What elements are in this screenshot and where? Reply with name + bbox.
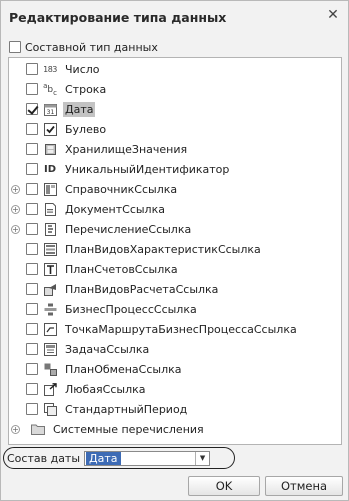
expand-plus-icon[interactable]: + bbox=[11, 224, 20, 234]
composite-type-option[interactable]: Составной тип данных bbox=[9, 39, 158, 55]
data-type-dialog: Редактирование типа данных ✕ Составной т… bbox=[0, 0, 349, 501]
type-label: Дата bbox=[63, 101, 96, 117]
date-composition-select[interactable]: Дата ▼ bbox=[84, 450, 211, 466]
type-row[interactable]: СтандартныйПериод bbox=[11, 400, 189, 418]
dropdown-arrow-icon[interactable]: ▼ bbox=[195, 451, 209, 465]
type-label: СправочникСсылка bbox=[65, 182, 178, 196]
number-icon: 1​83 bbox=[43, 64, 57, 74]
type-row[interactable]: ЛюбаяСсылка bbox=[11, 380, 148, 398]
type-row[interactable]: ПланОбменаСсылка bbox=[11, 360, 184, 378]
expand-plus-icon[interactable]: + bbox=[11, 184, 20, 194]
type-row[interactable]: ТочкаМаршрутаБизнесПроцессаСсылка bbox=[11, 320, 299, 338]
type-row[interactable]: + ДокументСсылка bbox=[11, 200, 167, 218]
type-checkbox[interactable] bbox=[26, 363, 38, 375]
standard-period-icon bbox=[41, 402, 59, 416]
type-tree[interactable]: 1​83 Число abc Строка 31 Дата Булево ХранилищеЗ… bbox=[8, 57, 342, 445]
date-composition-value: Дата bbox=[86, 451, 121, 465]
task-icon bbox=[41, 342, 59, 356]
business-process-icon bbox=[41, 302, 59, 316]
date-composition-row: Состав даты Дата ▼ bbox=[3, 447, 235, 469]
expand-plus-icon[interactable]: + bbox=[11, 204, 20, 214]
title-bar: Редактирование типа данных ✕ bbox=[1, 1, 348, 31]
type-checkbox[interactable] bbox=[26, 323, 38, 335]
type-checkbox[interactable] bbox=[26, 243, 38, 255]
type-label: ПланВидовХарактеристикСсылка bbox=[65, 242, 261, 256]
catalog-ref-icon bbox=[41, 182, 59, 196]
value-storage-icon bbox=[41, 142, 59, 156]
type-label: УникальныйИдентификатор bbox=[65, 162, 230, 176]
type-label: ПланОбменаСсылка bbox=[65, 362, 182, 376]
expand-plus-icon[interactable]: + bbox=[11, 424, 20, 434]
type-checkbox[interactable] bbox=[26, 63, 38, 75]
boolean-icon bbox=[41, 122, 59, 136]
type-label: ПланСчетовСсылка bbox=[65, 262, 178, 276]
enum-ref-icon bbox=[41, 222, 59, 236]
route-point-icon bbox=[41, 322, 59, 336]
chart-of-accounts-icon bbox=[41, 262, 59, 276]
type-label: Булево bbox=[65, 122, 107, 136]
type-row[interactable]: + Системные перечисления bbox=[11, 420, 206, 438]
type-checkbox[interactable] bbox=[26, 83, 38, 95]
type-row[interactable]: + СправочникСсылка bbox=[11, 180, 179, 198]
any-ref-icon bbox=[41, 382, 59, 396]
type-checkbox[interactable] bbox=[26, 203, 38, 215]
type-checkbox[interactable] bbox=[26, 143, 38, 155]
date-icon: 31 bbox=[41, 102, 59, 116]
document-ref-icon bbox=[41, 202, 59, 216]
type-label: ХранилищеЗначения bbox=[65, 142, 188, 156]
chart-of-calc-types-icon bbox=[41, 282, 59, 296]
type-label: Системные перечисления bbox=[53, 422, 204, 436]
type-checkbox[interactable] bbox=[26, 383, 38, 395]
type-checkbox[interactable] bbox=[26, 403, 38, 415]
type-checkbox[interactable] bbox=[26, 223, 38, 235]
composite-type-label: Составной тип данных bbox=[25, 40, 158, 54]
type-row[interactable]: БизнесПроцессСсылка bbox=[11, 300, 199, 318]
type-checkbox[interactable] bbox=[26, 263, 38, 275]
close-icon[interactable]: ✕ bbox=[324, 6, 342, 24]
type-row[interactable]: ПланВидовРасчетаСсылка bbox=[11, 280, 220, 298]
type-checkbox[interactable] bbox=[26, 163, 38, 175]
type-row[interactable]: 1​83 Число bbox=[11, 60, 102, 78]
type-label: СтандартныйПериод bbox=[65, 402, 188, 416]
type-row[interactable]: + ПеречислениеСсылка bbox=[11, 220, 193, 238]
type-label: Строка bbox=[65, 82, 107, 96]
type-row[interactable]: Булево bbox=[11, 120, 108, 138]
type-label: ДокументСсылка bbox=[65, 202, 165, 216]
cancel-button[interactable]: Отмена bbox=[265, 476, 343, 496]
type-row[interactable]: ПланСчетовСсылка bbox=[11, 260, 180, 278]
string-icon: abc bbox=[43, 81, 57, 97]
type-row[interactable]: ХранилищеЗначения bbox=[11, 140, 189, 158]
composite-type-checkbox[interactable] bbox=[9, 41, 21, 53]
dialog-title: Редактирование типа данных bbox=[9, 10, 227, 25]
type-checkbox[interactable] bbox=[26, 303, 38, 315]
type-checkbox[interactable] bbox=[26, 343, 38, 355]
type-checkbox[interactable] bbox=[26, 123, 38, 135]
type-row[interactable]: 31 Дата bbox=[11, 100, 96, 118]
folder-icon bbox=[29, 422, 47, 436]
date-composition-label: Состав даты bbox=[7, 451, 81, 465]
type-checkbox[interactable] bbox=[26, 103, 38, 115]
type-row[interactable]: abc Строка bbox=[11, 80, 108, 98]
ok-button[interactable]: OK bbox=[188, 476, 260, 496]
type-checkbox[interactable] bbox=[26, 183, 38, 195]
type-label: ЛюбаяСсылка bbox=[65, 382, 146, 396]
type-label: ЗадачаСсылка bbox=[65, 342, 150, 356]
exchange-plan-icon bbox=[41, 362, 59, 376]
type-label: Число bbox=[65, 62, 100, 76]
svg-text:31: 31 bbox=[46, 109, 54, 116]
type-row[interactable]: ЗадачаСсылка bbox=[11, 340, 151, 358]
uuid-icon: ID bbox=[43, 163, 57, 175]
type-label: ПланВидовРасчетаСсылка bbox=[65, 282, 219, 296]
type-row[interactable]: ПланВидовХарактеристикСсылка bbox=[11, 240, 263, 258]
type-label: ПеречислениеСсылка bbox=[65, 222, 192, 236]
type-checkbox[interactable] bbox=[26, 283, 38, 295]
type-row[interactable]: ID УникальныйИдентификатор bbox=[11, 160, 231, 178]
type-label: БизнесПроцессСсылка bbox=[65, 302, 197, 316]
type-label: ТочкаМаршрутаБизнесПроцессаСсылка bbox=[65, 322, 297, 336]
chart-of-characteristics-icon bbox=[41, 242, 59, 256]
